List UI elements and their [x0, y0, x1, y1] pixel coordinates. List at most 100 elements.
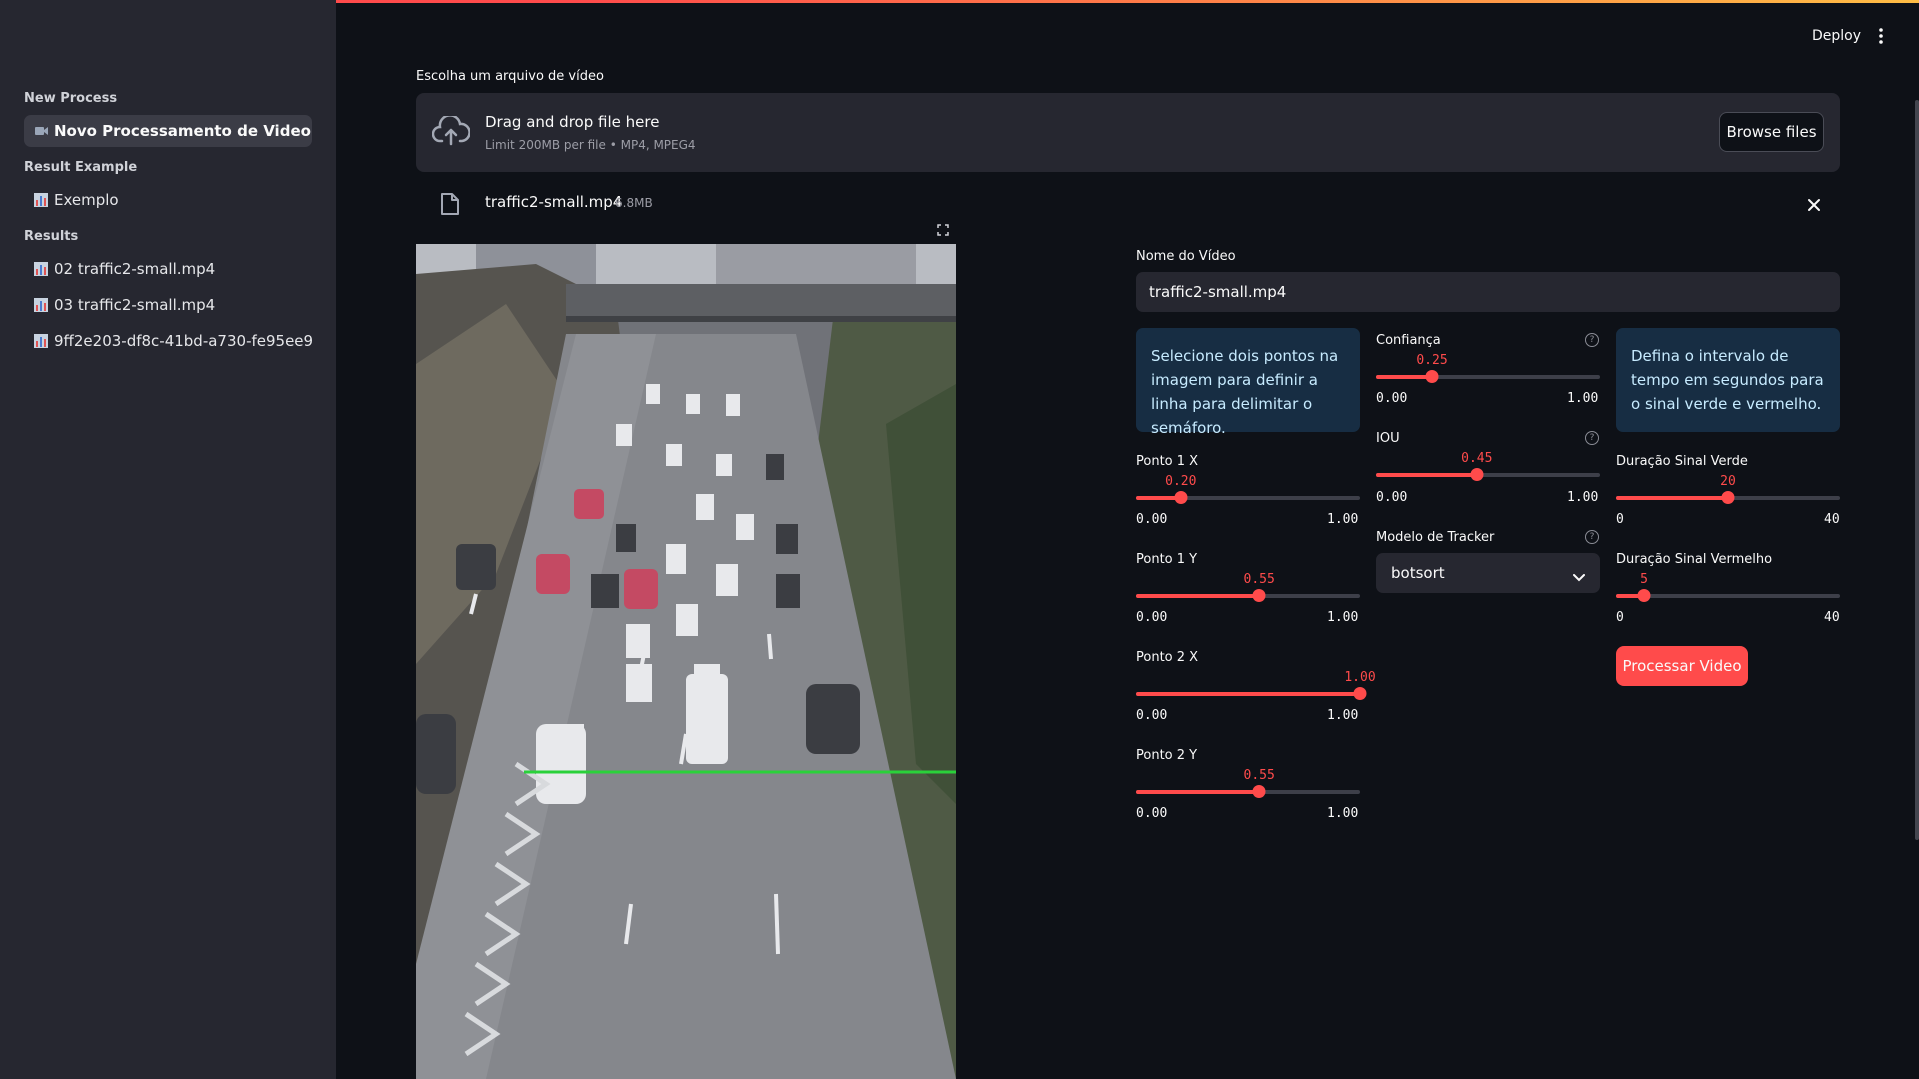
uploader-label: Escolha um arquivo de vídeo [416, 69, 604, 84]
sidebar-item-label: Novo Processamento de Video [54, 122, 311, 140]
limit-text: Limit 200MB per file • MP4, MPEG4 [485, 138, 696, 152]
sidebar-section-new-process: New Process [24, 91, 118, 106]
video-name-input[interactable]: traffic2-small.mp4 [1136, 272, 1840, 312]
drop-text: Drag and drop file here [485, 113, 660, 131]
close-icon[interactable] [1807, 197, 1821, 216]
bar-chart-icon [34, 262, 48, 276]
iou-value: 0.45 [1461, 451, 1493, 466]
ponto2x-slider[interactable] [1136, 687, 1367, 700]
tracker-select-value: botsort [1391, 564, 1445, 582]
ponto1x-value: 0.20 [1165, 474, 1197, 489]
sidebar: New Process Novo Processamento de Video … [0, 0, 336, 1079]
green-duration-value: 20 [1720, 474, 1736, 489]
bar-chart-icon [34, 334, 48, 348]
info-points-box: Selecione dois pontos na imagem para def… [1136, 328, 1360, 437]
bar-chart-icon [34, 298, 48, 312]
iou-slider[interactable] [1376, 468, 1600, 481]
ponto1y-slider[interactable] [1136, 589, 1360, 602]
ponto2x-max: 1.00 [1327, 708, 1359, 723]
iou-fill [1376, 473, 1477, 477]
sidebar-item-label: 9ff2e203-df8c-41bd-a730-fe95ee98... [54, 332, 312, 350]
confianca-min: 0.00 [1376, 391, 1408, 406]
green-duration-slider[interactable] [1616, 491, 1840, 504]
green-duration-label: Duração Sinal Verde [1616, 454, 1748, 469]
video-camera-icon [34, 124, 48, 138]
file-dropzone[interactable]: Drag and drop file here Limit 200MB per … [416, 93, 1840, 172]
green-duration-fill [1616, 496, 1728, 500]
bar-chart-icon [34, 193, 48, 207]
more-options-icon[interactable] [1876, 26, 1886, 46]
confianca-value: 0.25 [1416, 353, 1448, 368]
red-duration-slider[interactable] [1616, 589, 1840, 602]
ponto2x-label: Ponto 2 X [1136, 650, 1199, 665]
chevron-down-icon [1573, 568, 1585, 586]
ponto2y-fill [1136, 790, 1260, 794]
red-duration-thumb[interactable] [1637, 589, 1651, 602]
video-name-label: Nome do Vídeo [1136, 249, 1236, 264]
file-icon [440, 192, 460, 220]
iou-max: 1.00 [1567, 490, 1599, 505]
ponto1y-fill [1136, 594, 1260, 598]
ponto1y-max: 1.00 [1327, 610, 1359, 625]
ponto1x-min: 0.00 [1136, 512, 1168, 527]
process-video-button[interactable]: Processar Video [1616, 646, 1748, 686]
confianca-fill [1376, 375, 1432, 379]
ponto2x-fill [1136, 692, 1360, 696]
iou-label: IOU [1376, 431, 1400, 446]
sidebar-item-exemplo[interactable]: Exemplo [24, 184, 312, 216]
ponto2y-thumb[interactable] [1252, 785, 1266, 798]
ponto2x-min: 0.00 [1136, 708, 1168, 723]
ponto1y-label: Ponto 1 Y [1136, 552, 1198, 567]
sidebar-section-result-example: Result Example [24, 160, 138, 175]
ponto1y-min: 0.00 [1136, 610, 1168, 625]
ponto1x-thumb[interactable] [1174, 491, 1188, 504]
green-duration-min: 0 [1616, 512, 1624, 527]
iou-thumb[interactable] [1470, 468, 1484, 481]
ponto1x-label: Ponto 1 X [1136, 454, 1199, 469]
sidebar-item-novo-processamento[interactable]: Novo Processamento de Video [24, 115, 312, 147]
help-icon[interactable]: ? [1585, 333, 1599, 347]
sidebar-item-label: 02 traffic2-small.mp4 [54, 260, 216, 278]
ponto2y-max: 1.00 [1327, 806, 1359, 821]
ponto2y-min: 0.00 [1136, 806, 1168, 821]
ponto1x-max: 1.00 [1327, 512, 1359, 527]
green-duration-max: 40 [1824, 512, 1840, 527]
green-duration-thumb[interactable] [1721, 491, 1735, 504]
confianca-thumb[interactable] [1425, 370, 1439, 383]
red-duration-min: 0 [1616, 610, 1624, 625]
cloud-upload-icon [431, 114, 471, 150]
ponto2y-label: Ponto 2 Y [1136, 748, 1198, 763]
tracker-label: Modelo de Tracker [1376, 530, 1495, 545]
sidebar-item-result-03[interactable]: 03 traffic2-small.mp4 [24, 289, 312, 321]
uploaded-file-name: traffic2-small.mp4 [485, 193, 623, 211]
help-icon[interactable]: ? [1585, 530, 1599, 544]
sidebar-item-label: 03 traffic2-small.mp4 [54, 296, 216, 314]
info-time-box: Defina o intervalo de tempo em segundos … [1616, 328, 1840, 432]
help-icon[interactable]: ? [1585, 431, 1599, 445]
video-frame[interactable] [416, 244, 956, 1079]
ponto2y-value: 0.55 [1243, 768, 1275, 783]
uploaded-file-size: 6.8MB [615, 196, 653, 210]
deploy-button[interactable]: Deploy [1812, 28, 1861, 44]
browse-files-button[interactable]: Browse files [1719, 112, 1824, 152]
sidebar-section-results: Results [24, 229, 79, 244]
red-duration-value: 5 [1640, 572, 1648, 587]
confianca-slider[interactable] [1376, 370, 1600, 383]
ponto2x-value: 1.00 [1344, 670, 1376, 685]
ponto2y-slider[interactable] [1136, 785, 1360, 798]
ponto1y-thumb[interactable] [1252, 589, 1266, 602]
confianca-max: 1.00 [1567, 391, 1599, 406]
confianca-label: Confiança [1376, 333, 1441, 348]
tracker-select[interactable]: botsort [1376, 553, 1600, 593]
fullscreen-icon[interactable] [937, 221, 949, 240]
ponto2x-thumb[interactable] [1353, 687, 1367, 700]
ponto1x-slider[interactable] [1136, 491, 1360, 504]
red-duration-max: 40 [1824, 610, 1840, 625]
ponto1y-value: 0.55 [1243, 572, 1275, 587]
iou-min: 0.00 [1376, 490, 1408, 505]
sidebar-item-result-uuid[interactable]: 9ff2e203-df8c-41bd-a730-fe95ee98... [24, 325, 312, 357]
page-scrollbar[interactable] [1915, 100, 1919, 840]
red-duration-label: Duração Sinal Vermelho [1616, 552, 1773, 567]
sidebar-item-result-02[interactable]: 02 traffic2-small.mp4 [24, 253, 312, 285]
sidebar-item-label: Exemplo [54, 191, 119, 209]
